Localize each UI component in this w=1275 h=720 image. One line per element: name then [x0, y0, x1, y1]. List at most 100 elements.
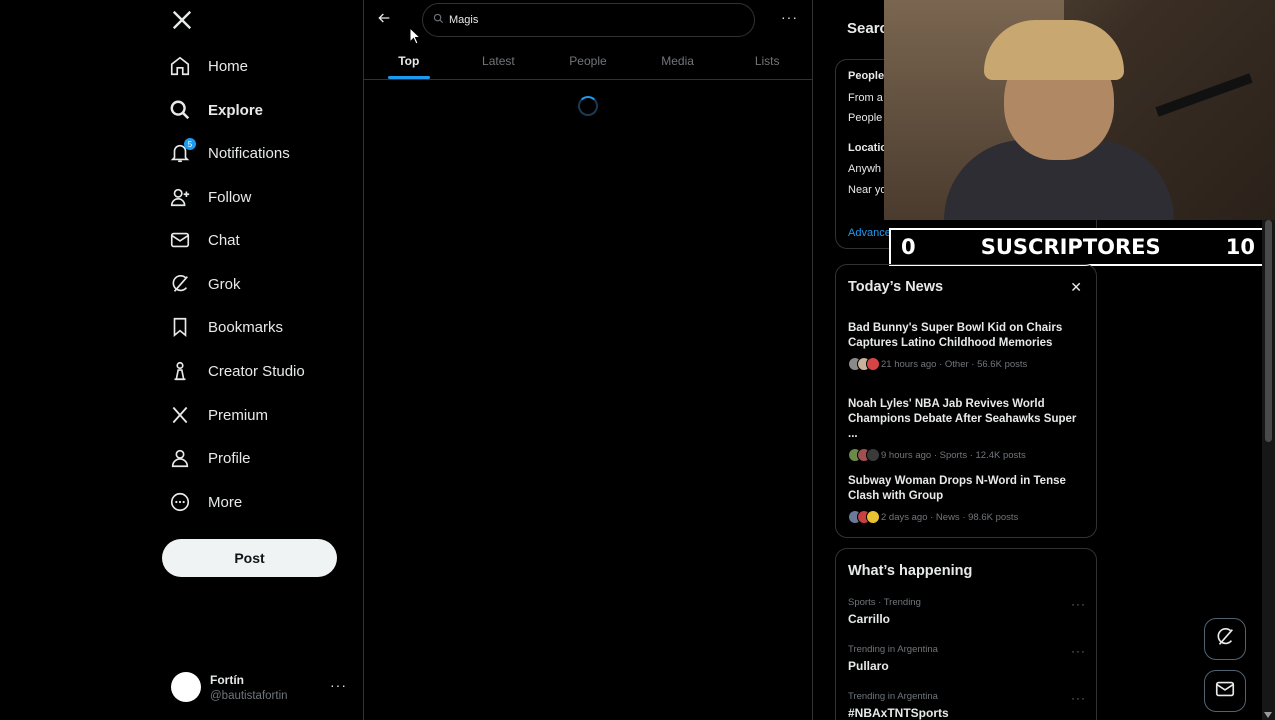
nav-bookmarks-label: Bookmarks	[208, 318, 284, 336]
trend-more-icon[interactable]: ···	[1071, 691, 1086, 705]
grok-floating-button[interactable]	[1204, 618, 1246, 660]
tab-lists[interactable]: Lists	[722, 42, 812, 79]
nav-more-label: More	[208, 493, 243, 511]
trend-item[interactable]: Trending in Argentina #NBAxTNTSports ···	[848, 691, 1086, 720]
filter-people-option-2[interactable]: People	[848, 112, 882, 124]
close-icon[interactable]: ✕	[1070, 279, 1082, 296]
account-switcher[interactable]: Fortín @bautistafortin ···	[171, 668, 351, 706]
news-meta: 2 days ago · News · 98.6K posts	[881, 511, 1019, 523]
scroll-down-arrow-icon[interactable]	[1264, 712, 1272, 718]
bell-icon: 5	[168, 138, 196, 165]
nav-chat[interactable]: Chat	[168, 224, 240, 256]
post-button[interactable]: Post	[162, 539, 337, 577]
grok-icon	[168, 272, 192, 296]
tab-media[interactable]: Media	[633, 42, 723, 79]
trend-context: Trending in Argentina	[848, 691, 938, 702]
news-title: Noah Lyles' NBA Jab Revives World Champi…	[848, 398, 1077, 440]
todays-news-title: Today’s News	[848, 279, 944, 295]
news-meta-row: 2 days ago · News · 98.6K posts	[848, 510, 1086, 524]
news-item[interactable]: Noah Lyles' NBA Jab Revives World Champi…	[848, 397, 1086, 462]
news-meta: 9 hours ago · Sports · 12.4K posts	[881, 449, 1026, 461]
scrollbar[interactable]	[1262, 220, 1275, 720]
nav-profile-label: Profile	[208, 449, 251, 467]
nav-profile[interactable]: Profile	[168, 442, 251, 474]
filter-location-heading: Locatio	[848, 142, 888, 154]
nav-creator-studio-label: Creator Studio	[208, 362, 305, 380]
tab-people[interactable]: People	[543, 42, 633, 79]
trend-context: Trending in Argentina	[848, 644, 938, 655]
nav-notifications[interactable]: 5 Notifications	[168, 137, 290, 169]
webcam-overlay	[884, 0, 1275, 220]
x-logo-icon[interactable]	[168, 6, 196, 34]
trend-name: Pullaro	[848, 659, 889, 673]
nav-premium[interactable]: Premium	[168, 399, 268, 431]
filter-location-option-2[interactable]: Near yo	[848, 184, 887, 196]
whats-happening-card: What’s happening Sports · Trending Carri…	[835, 548, 1097, 720]
person-icon	[168, 446, 192, 470]
subscriber-current: 0	[901, 235, 916, 259]
mail-icon	[168, 228, 192, 252]
nav-chat-label: Chat	[208, 231, 240, 249]
search-icon	[433, 11, 444, 29]
subscriber-goal-overlay: 0 SUSCRIPTORES 10	[889, 228, 1267, 266]
more-circle-icon	[168, 490, 192, 514]
scrollbar-thumb[interactable]	[1265, 220, 1272, 442]
subscriber-label: SUSCRIPTORES	[980, 235, 1161, 259]
x-logo-icon	[168, 403, 192, 427]
notification-badge: 5	[184, 138, 196, 150]
nav-grok[interactable]: Grok	[168, 268, 241, 300]
nav-follow[interactable]: Follow	[168, 181, 251, 213]
news-item[interactable]: Bad Bunny's Super Bowl Kid on Chairs Cap…	[848, 321, 1086, 371]
trend-item[interactable]: Sports · Trending Carrillo ···	[848, 597, 1086, 626]
person-add-icon	[168, 185, 192, 209]
nav-home[interactable]: Home	[168, 50, 248, 82]
home-icon	[168, 54, 192, 78]
news-avatar	[866, 357, 880, 371]
account-name: Fortín	[210, 672, 244, 687]
webcam-person-cap	[984, 20, 1124, 80]
filter-people-heading: People	[848, 70, 885, 82]
search-options-icon[interactable]: ···	[781, 9, 798, 25]
news-avatar	[866, 510, 880, 524]
webcam-mic-arm	[1155, 73, 1253, 117]
trend-more-icon[interactable]: ···	[1071, 597, 1086, 611]
loading-spinner	[578, 96, 598, 116]
bookmark-icon	[168, 315, 192, 339]
nav-explore-label: Explore	[208, 101, 264, 119]
nav-bookmarks[interactable]: Bookmarks	[168, 311, 283, 343]
trend-name: Carrillo	[848, 612, 891, 626]
nav-home-label: Home	[208, 57, 249, 75]
nav-creator-studio[interactable]: Creator Studio	[168, 355, 305, 387]
news-avatar	[866, 448, 880, 462]
nav-more[interactable]: More	[168, 486, 242, 518]
subscriber-goal: 10	[1225, 235, 1255, 259]
left-sidebar: Home Explore 5 Notifications Follow Chat…	[0, 0, 363, 720]
grok-icon	[1214, 626, 1236, 653]
trend-more-icon[interactable]: ···	[1071, 644, 1086, 658]
news-meta-row: 9 hours ago · Sports · 12.4K posts	[848, 448, 1086, 462]
nav-explore[interactable]: Explore	[168, 94, 263, 126]
filter-location-option-1[interactable]: Anywh	[848, 163, 881, 175]
account-more-icon[interactable]: ···	[330, 677, 347, 693]
news-avatars	[848, 510, 880, 524]
back-arrow-icon[interactable]	[376, 10, 394, 28]
todays-news-card: Today’s News ✕ Bad Bunny's Super Bowl Ki…	[835, 264, 1097, 538]
main-column: ··· Top Latest People Media Lists	[363, 0, 813, 720]
nav-premium-label: Premium	[208, 406, 269, 424]
trend-context: Sports · Trending	[848, 597, 921, 608]
news-item[interactable]: Subway Woman Drops N-Word in Tense Clash…	[848, 474, 1086, 524]
news-avatars	[848, 357, 880, 371]
filter-people-option-1[interactable]: From a	[848, 92, 883, 104]
creator-studio-icon	[168, 359, 192, 383]
trend-item[interactable]: Trending in Argentina Pullaro ···	[848, 644, 1086, 673]
news-meta: 21 hours ago · Other · 56.6K posts	[881, 358, 1028, 370]
search-bar[interactable]	[422, 3, 755, 37]
news-meta-row: 21 hours ago · Other · 56.6K posts	[848, 357, 1086, 371]
mail-icon	[1214, 678, 1236, 705]
search-icon	[168, 98, 192, 122]
tab-latest[interactable]: Latest	[454, 42, 544, 79]
nav-notifications-label: Notifications	[208, 144, 290, 162]
account-handle: @bautistafortin	[210, 689, 288, 702]
search-input[interactable]	[449, 14, 729, 26]
messages-floating-button[interactable]	[1204, 670, 1246, 712]
